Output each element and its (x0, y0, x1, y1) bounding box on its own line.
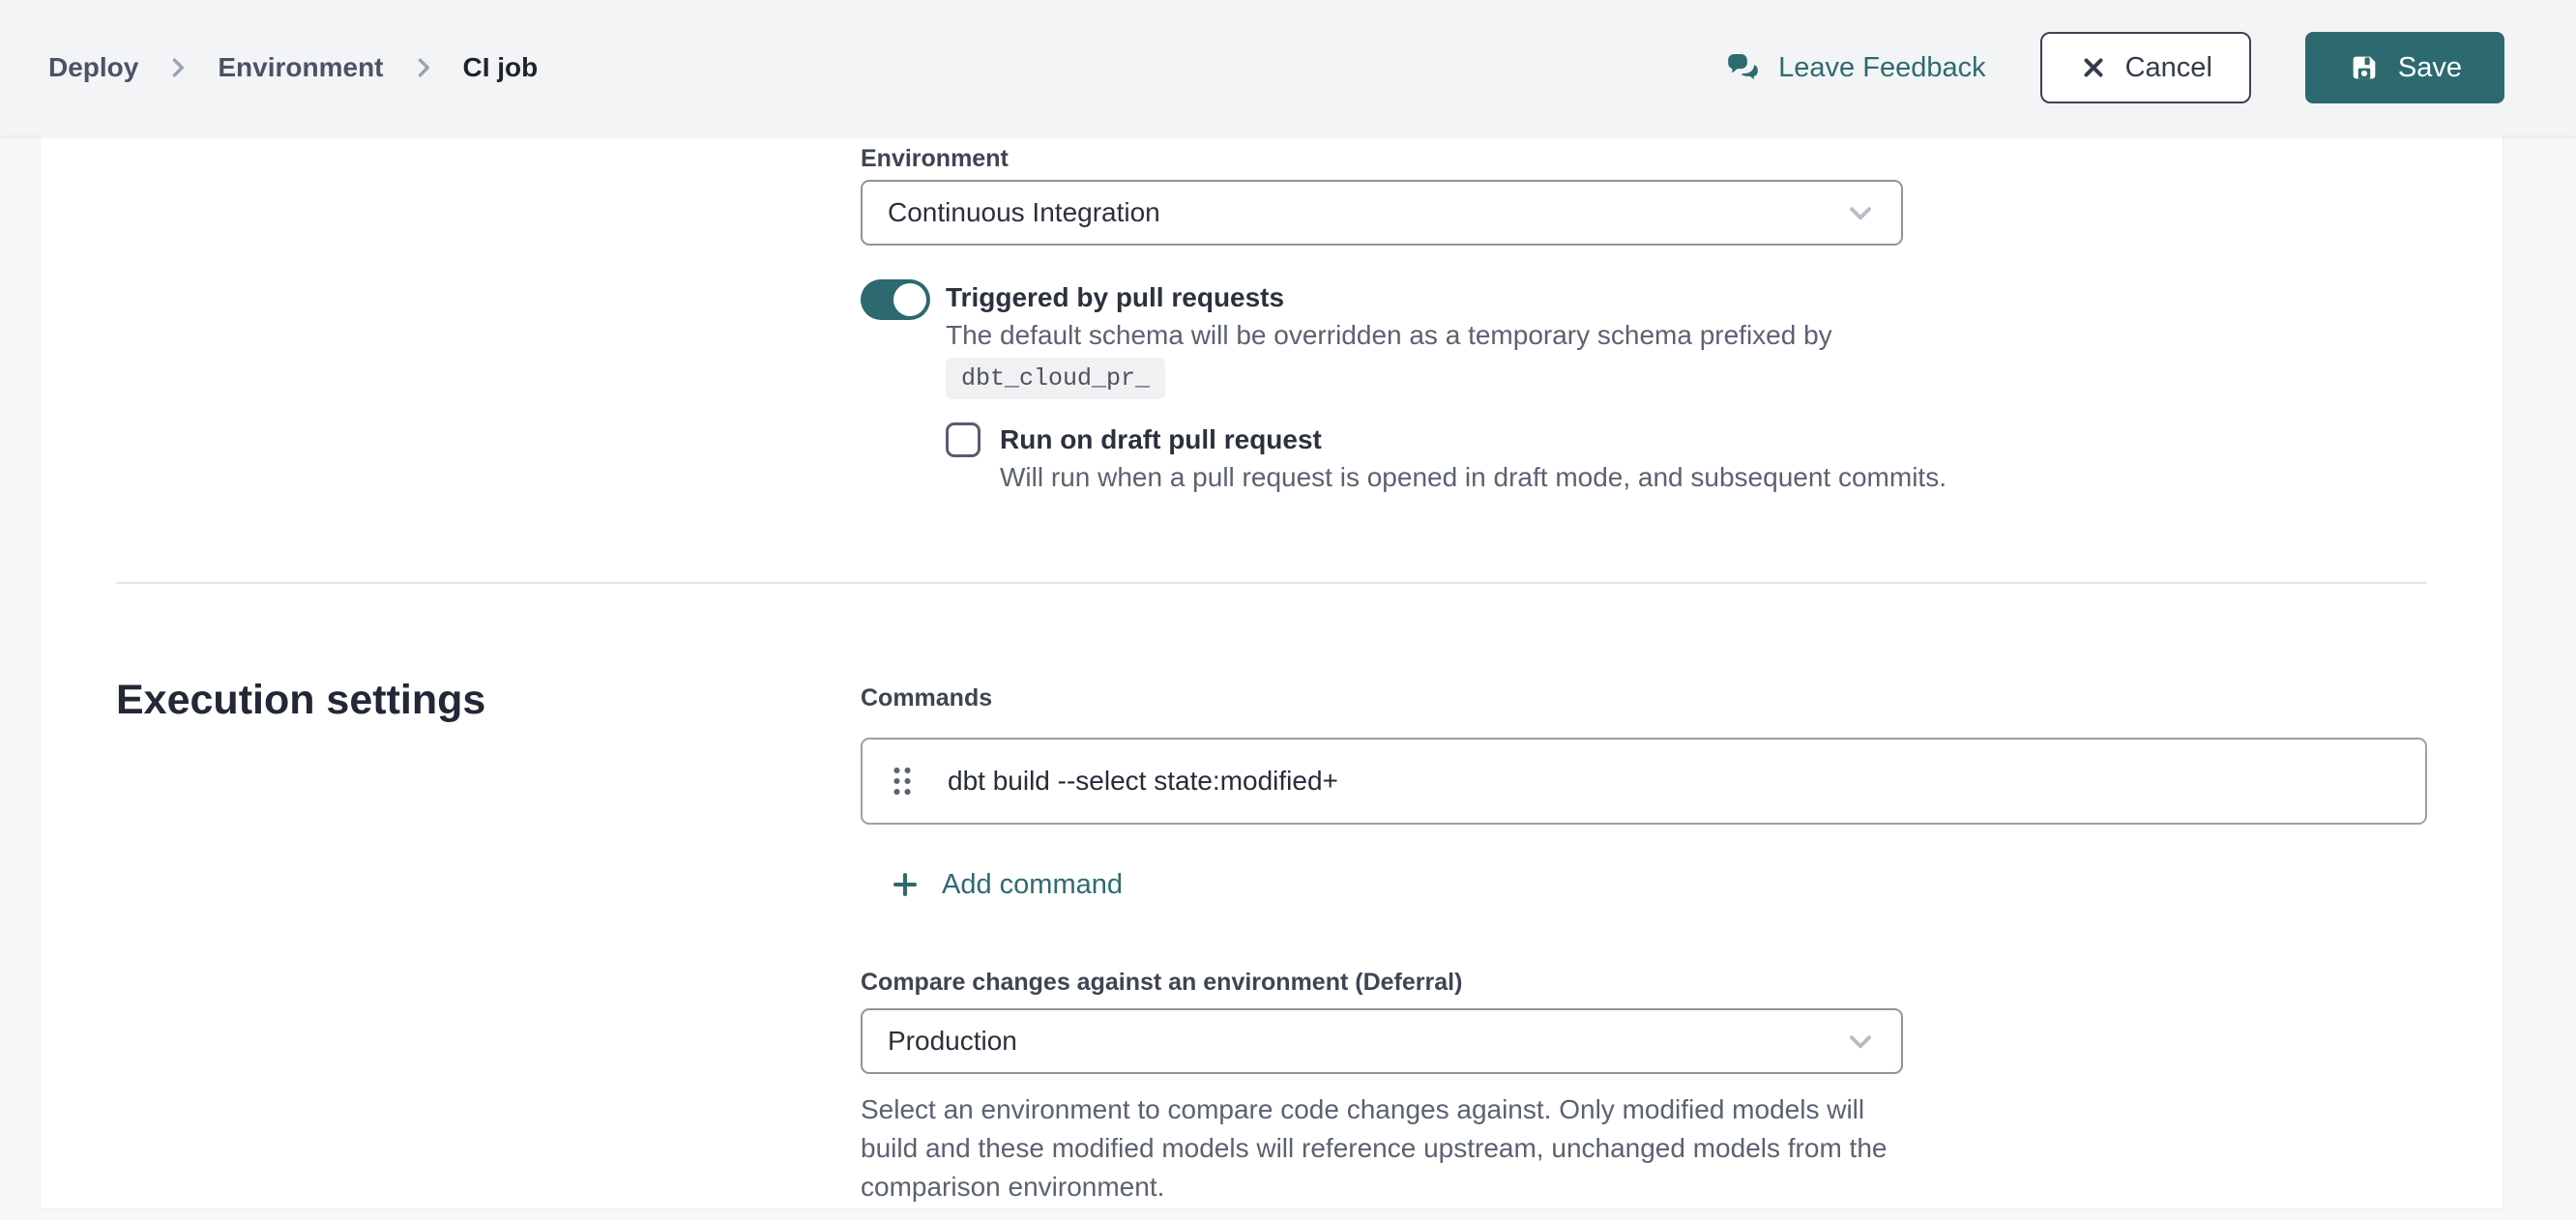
breadcrumb-item-ci-job: CI job (463, 52, 539, 83)
chevron-down-icon (1843, 1024, 1878, 1059)
commands-label: Commands (861, 684, 992, 712)
cancel-button-label: Cancel (2125, 52, 2212, 84)
section-divider (116, 582, 2427, 584)
add-command-button[interactable]: Add command (890, 863, 1123, 906)
leave-feedback-label: Leave Feedback (1778, 52, 1985, 84)
environment-select[interactable]: Continuous Integration (861, 180, 1903, 246)
save-button[interactable]: Save (2305, 32, 2504, 103)
draft-pr-description: Will run when a pull request is opened i… (1000, 462, 1947, 493)
breadcrumb-separator-icon (161, 51, 194, 84)
draft-pr-label: Run on draft pull request (1000, 424, 1322, 455)
feedback-bubbles-icon (1724, 48, 1763, 87)
pr-trigger-toggle[interactable] (861, 279, 930, 320)
draft-pr-checkbox[interactable] (946, 422, 981, 457)
deferral-help-text: Select an environment to compare code ch… (861, 1090, 1890, 1206)
close-icon (2079, 53, 2108, 82)
add-command-label: Add command (942, 869, 1123, 901)
command-row: dbt build --select state:modified+ (861, 738, 2427, 825)
plus-icon (890, 869, 921, 900)
breadcrumb-item-environment[interactable]: Environment (218, 52, 383, 83)
chevron-down-icon (1843, 195, 1878, 230)
breadcrumb: Deploy Environment CI job (48, 51, 538, 84)
breadcrumb-item-deploy[interactable]: Deploy (48, 52, 138, 83)
deferral-select-value: Production (888, 1026, 1017, 1057)
leave-feedback-link[interactable]: Leave Feedback (1724, 48, 1985, 87)
toggle-knob (893, 283, 926, 316)
cancel-button[interactable]: Cancel (2040, 32, 2251, 103)
page-header: Deploy Environment CI job Leave Feedback… (0, 0, 2576, 135)
save-button-label: Save (2398, 52, 2462, 84)
execution-settings-title: Execution settings (116, 677, 485, 724)
schema-prefix-chip: dbt_cloud_pr_ (946, 358, 1165, 399)
deferral-select[interactable]: Production (861, 1008, 1903, 1074)
pr-trigger-label: Triggered by pull requests (946, 282, 1284, 313)
pr-trigger-description: The default schema will be overridden as… (946, 320, 1832, 351)
main-card: Environment Continuous Integration Trigg… (41, 135, 2503, 1208)
environment-label: Environment (861, 145, 1009, 173)
drag-handle-icon[interactable] (890, 764, 915, 799)
save-icon (2348, 51, 2381, 84)
header-actions: Leave Feedback Cancel Save (1724, 32, 2504, 103)
deferral-label: Compare changes against an environment (… (861, 969, 1462, 997)
environment-select-value: Continuous Integration (888, 197, 1160, 228)
breadcrumb-separator-icon (407, 51, 440, 84)
command-input[interactable]: dbt build --select state:modified+ (948, 766, 2398, 797)
